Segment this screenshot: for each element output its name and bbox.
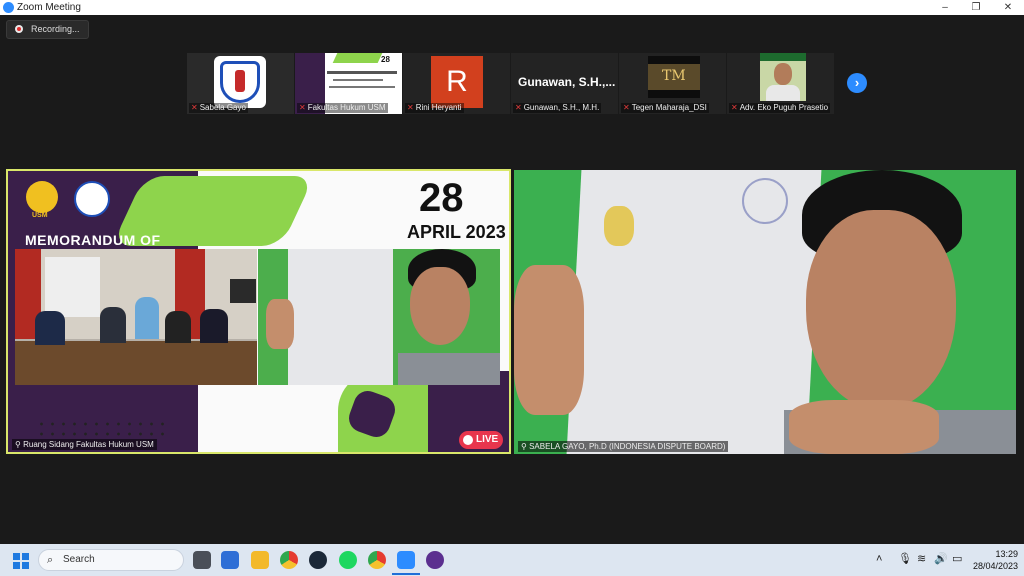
clock-date: 28/04/2023 (972, 561, 1018, 571)
participant-tile[interactable]: ✕ Adv. Eko Puguh Prasetio (727, 53, 834, 114)
active-app-indicator (392, 573, 420, 575)
system-clock[interactable]: 13:29 28/04/2023 (970, 548, 1018, 572)
record-icon (15, 25, 23, 33)
recording-indicator[interactable]: Recording... (6, 20, 89, 39)
participant-name: ✕ Fakultas Hukum USM (297, 103, 388, 113)
spotify-icon[interactable] (339, 551, 357, 569)
video-caption: ⚲ SABELA GAYO, Ph.D (INDONESIA DISPUTE B… (518, 441, 729, 452)
clock-time: 13:29 (995, 549, 1018, 559)
taskbar-search-box[interactable]: ⌕ Search (38, 549, 184, 571)
participant-name: ✕ Tegen Maharaja_DSI (621, 103, 709, 113)
participant-tile[interactable]: R ✕ Rini Heryanti (403, 53, 510, 114)
usm-logo (26, 181, 58, 213)
meeting-room-photo (15, 249, 257, 385)
dispute-board-logo (214, 56, 266, 108)
participant-name: ✕ Sabela Gayo (189, 103, 248, 113)
close-button[interactable]: ✕ (993, 0, 1023, 15)
dispute-board-logo (74, 181, 110, 217)
chrome-icon[interactable] (280, 551, 298, 569)
mic-muted-icon: ✕ (407, 103, 414, 112)
file-explorer-icon[interactable] (251, 551, 269, 569)
chevron-up-icon[interactable]: ˄ (876, 552, 882, 566)
search-icon: ⌕ (47, 554, 54, 566)
slide-memo-title: MEMORANDUM OF (25, 232, 161, 248)
window-titlebar: Zoom Meeting – ❐ ✕ (0, 0, 1024, 15)
slide-day-mini: 28 (381, 55, 390, 64)
mic-muted-icon: ✕ (191, 103, 198, 112)
live-badge: LIVE (459, 431, 503, 449)
mic-muted-icon: ✕ (731, 103, 738, 112)
store-icon[interactable] (221, 551, 239, 569)
pin-icon: ⚲ (521, 442, 530, 451)
zoom-app-icon (3, 2, 14, 13)
search-placeholder: Search (63, 554, 95, 565)
participant-logo: TM (648, 56, 700, 98)
start-button[interactable] (13, 553, 29, 569)
participant-tile[interactable]: TM ✕ Tegen Maharaja_DSI (619, 53, 726, 114)
slide-date-month: APRIL 2023 (407, 222, 506, 242)
mic-muted-icon: ✕ (623, 103, 630, 112)
recording-label: Recording... (31, 24, 80, 34)
windows-taskbar: ⌕ Search ˄ 🎙 ≋ 🔊 ▭ 13:29 28/04/2023 (0, 544, 1024, 576)
speaker-camera-inset (258, 249, 500, 385)
live-dot-icon (463, 435, 473, 445)
mic-muted-icon: ✕ (515, 103, 522, 112)
media-player-icon[interactable] (426, 551, 444, 569)
steam-icon[interactable] (309, 551, 327, 569)
participant-name: ✕ Rini Heryanti (405, 103, 464, 113)
participant-initial-avatar: R (431, 56, 483, 108)
microphone-icon[interactable]: 🎙 (898, 552, 912, 566)
battery-icon[interactable]: ▭ (952, 552, 962, 566)
participant-name: ✕ Adv. Eko Puguh Prasetio (729, 103, 831, 113)
participant-tile[interactable]: Gunawan, S.H.,... ✕ Gunawan, S.H., M.H. (511, 53, 618, 114)
video-pane-usm[interactable]: USM 28 APRIL 2023 MEMORANDUM OF LIVE ⚲ R… (6, 169, 511, 454)
video-caption: ⚲ Ruang Sidang Fakultas Hukum USM (12, 439, 157, 450)
participant-tile[interactable]: ✕ Sabela Gayo (187, 53, 294, 114)
participant-name: ✕ Gunawan, S.H., M.H. (513, 103, 602, 113)
mic-muted-icon: ✕ (299, 103, 306, 112)
minimize-button[interactable]: – (930, 0, 960, 15)
participant-tile[interactable]: 28 ✕ Fakultas Hukum USM (295, 53, 402, 114)
speaker-face (806, 210, 956, 410)
restore-button[interactable]: ❐ (961, 0, 991, 15)
participant-name-banner: Gunawan, S.H.,... (518, 75, 616, 89)
volume-icon[interactable]: 🔊 (934, 552, 948, 566)
window-title: Zoom Meeting (17, 2, 81, 13)
video-pane-speaker[interactable]: ⚲ SABELA GAYO, Ph.D (INDONESIA DISPUTE B… (514, 170, 1016, 454)
participant-photo (760, 53, 806, 101)
task-view-icon[interactable] (193, 551, 211, 569)
usm-label: USM (32, 212, 48, 219)
wifi-icon[interactable]: ≋ (917, 552, 926, 566)
pin-icon: ⚲ (15, 440, 24, 449)
chrome-profile-icon[interactable] (368, 551, 386, 569)
slide-date-day: 28 (419, 176, 464, 220)
next-page-button[interactable]: › (847, 73, 867, 93)
slide-dot-pattern (36, 419, 166, 439)
zoom-icon[interactable] (397, 551, 415, 569)
